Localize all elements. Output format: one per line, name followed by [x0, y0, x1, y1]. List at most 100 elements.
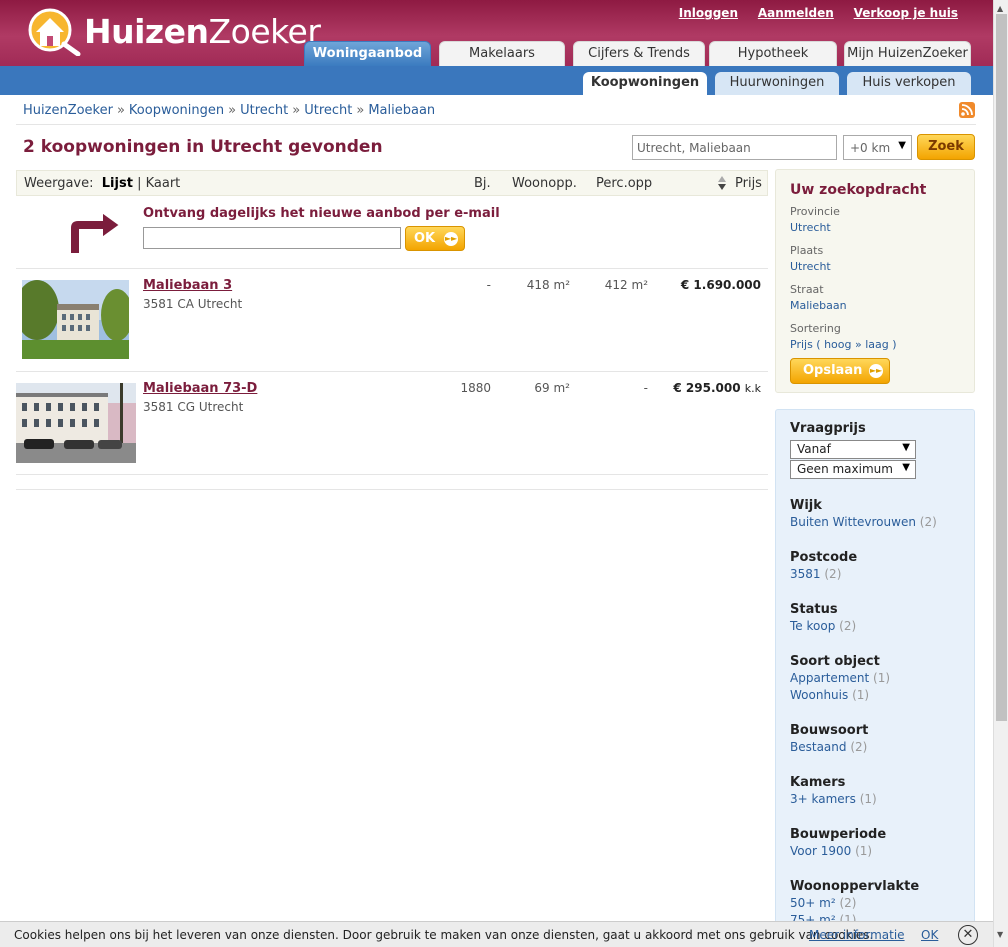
breadcrumb-item[interactable]: HuizenZoeker: [23, 103, 113, 118]
tab-hypotheek[interactable]: Hypotheek: [709, 41, 837, 66]
page-title: 2 koopwoningen in Utrecht gevonden: [23, 137, 383, 157]
email-alert-ok-button[interactable]: OK ►►: [405, 226, 465, 251]
listing-price: € 295.000 k.k: [673, 381, 761, 395]
scrollbar-thumb[interactable]: [996, 14, 1007, 721]
listing-title-link[interactable]: Maliebaan 3: [143, 278, 232, 293]
arrow-circle-icon: ►►: [869, 364, 883, 378]
breadcrumb-item[interactable]: Utrecht: [304, 103, 352, 118]
radius-select[interactable]: +0 km ▼: [843, 135, 912, 160]
filter-option[interactable]: 3+ kamers (1): [790, 792, 877, 806]
filter-option[interactable]: Appartement (1): [790, 671, 890, 685]
cookie-ok-link[interactable]: OK: [921, 928, 938, 942]
save-label: Opslaan: [803, 363, 863, 378]
sell-house-link[interactable]: Verkoop je huis: [854, 6, 958, 20]
view-map-option[interactable]: Kaart: [146, 176, 181, 191]
login-link[interactable]: Inloggen: [679, 6, 738, 20]
field-value-link[interactable]: Utrecht: [790, 221, 831, 234]
column-bj[interactable]: Bj.: [474, 176, 491, 191]
listing-photo[interactable]: [16, 383, 136, 463]
column-woonopp[interactable]: Woonopp.: [512, 176, 577, 191]
divider: [16, 474, 768, 475]
tab-cijfers-trends[interactable]: Cijfers & Trends: [573, 41, 705, 66]
listing-percopp: 412 m²: [604, 278, 648, 292]
cookie-text: Cookies helpen ons bij het leveren van o…: [14, 928, 874, 942]
subtab-koopwoningen[interactable]: Koopwoningen: [583, 72, 707, 95]
breadcrumb-item[interactable]: Utrecht: [240, 103, 288, 118]
rss-icon[interactable]: [959, 102, 975, 118]
field-value-link[interactable]: Prijs ( hoog » laag ): [790, 338, 897, 351]
scroll-down-icon[interactable]: ▼: [997, 930, 1003, 939]
price-to-select[interactable]: Geen maximum ▼: [790, 460, 916, 479]
scroll-up-icon[interactable]: ▲: [997, 4, 1003, 13]
save-search-button[interactable]: Opslaan ►►: [790, 358, 890, 384]
location-search-input[interactable]: [632, 135, 837, 160]
field-value-link[interactable]: Maliebaan: [790, 299, 847, 312]
filter-title: Status: [790, 602, 838, 617]
logo[interactable]: HuizenZoeker: [22, 6, 321, 56]
cookie-bar: Cookies helpen ons bij het leveren van o…: [0, 921, 993, 947]
view-list-option[interactable]: Lijst: [102, 176, 133, 191]
filter-option[interactable]: Buiten Wittevrouwen (2): [790, 515, 937, 529]
arrow-right-icon: [69, 210, 122, 255]
listing-address: 3581 CG Utrecht: [143, 400, 244, 414]
list-header: Weergave: Lijst | Kaart Bj. Woonopp. Per…: [16, 170, 768, 196]
listing-woonopp: 69 m²: [534, 381, 570, 395]
arrow-circle-icon: ►►: [444, 232, 458, 246]
breadcrumb-item[interactable]: Koopwoningen: [129, 103, 224, 118]
ok-label: OK: [414, 231, 436, 246]
listing-address: 3581 CA Utrecht: [143, 297, 243, 311]
site-header: HuizenZoeker Inloggen Aanmelden Verkoop …: [0, 0, 993, 66]
breadcrumb: HuizenZoeker» Koopwoningen» Utrecht» Utrech…: [23, 103, 436, 118]
divider: [16, 268, 768, 269]
listing-bouwjaar: 1880: [460, 381, 491, 395]
divider: [16, 489, 768, 490]
email-alert-input[interactable]: [143, 227, 401, 249]
filter-option[interactable]: Voor 1900 (1): [790, 844, 872, 858]
close-icon[interactable]: ✕: [958, 925, 978, 945]
filter-title: Woonoppervlakte: [790, 879, 920, 894]
column-prijs[interactable]: Prijs: [735, 176, 762, 191]
filter-option[interactable]: 50+ m² (2): [790, 896, 856, 910]
breadcrumb-item[interactable]: Maliebaan: [368, 103, 435, 118]
tab-woningaanbod[interactable]: Woningaanbod: [304, 41, 431, 66]
listing-title-link[interactable]: Maliebaan 73-D: [143, 381, 257, 396]
price-from-select[interactable]: Vanaf ▼: [790, 440, 916, 459]
listing-price: € 1.690.000: [680, 278, 761, 292]
email-alert-title: Ontvang dagelijks het nieuwe aanbod per …: [143, 206, 500, 221]
view-label: Weergave: Lijst | Kaart: [24, 176, 181, 191]
radius-value: +0 km: [850, 141, 891, 155]
subnav-bar: Koopwoningen Huurwoningen Huis verkopen: [0, 66, 993, 95]
search-summary-title: Uw zoekopdracht: [790, 182, 927, 198]
filter-option[interactable]: Woonhuis (1): [790, 688, 869, 702]
cookie-more-info-link[interactable]: Meer informatie: [809, 928, 905, 942]
tab-mijn-huizenzoeker[interactable]: Mijn HuizenZoeker: [844, 41, 971, 66]
field-label: Straat: [790, 283, 824, 296]
logo-text: HuizenZoeker: [84, 12, 321, 51]
search-button[interactable]: Zoek: [917, 134, 975, 160]
filter-option[interactable]: 3581 (2): [790, 567, 841, 581]
dropdown-arrow-icon: ▼: [902, 442, 910, 453]
dropdown-arrow-icon: ▼: [898, 140, 906, 151]
divider: [16, 124, 976, 125]
field-label: Plaats: [790, 244, 824, 257]
tab-makelaars[interactable]: Makelaars: [439, 41, 565, 66]
divider: [16, 371, 768, 372]
filter-title: Soort object: [790, 654, 880, 669]
list-item[interactable]: Maliebaan 3 3581 CA Utrecht - 418 m² 412…: [16, 278, 768, 378]
field-value-link[interactable]: Utrecht: [790, 260, 831, 273]
filter-title: Postcode: [790, 550, 858, 565]
register-link[interactable]: Aanmelden: [758, 6, 834, 20]
field-label: Provincie: [790, 205, 840, 218]
filter-title: Kamers: [790, 775, 846, 790]
column-percopp[interactable]: Perc.opp: [596, 176, 652, 191]
filter-title: Wijk: [790, 498, 822, 513]
sort-icon[interactable]: [717, 175, 727, 191]
subtab-huurwoningen[interactable]: Huurwoningen: [715, 72, 839, 95]
filter-option[interactable]: Bestaand (2): [790, 740, 867, 754]
listing-photo[interactable]: [22, 280, 129, 359]
subtab-huis-verkopen[interactable]: Huis verkopen: [847, 72, 971, 95]
filter-title: Bouwsoort: [790, 723, 869, 738]
filter-option[interactable]: Te koop (2): [790, 619, 856, 633]
list-item[interactable]: Maliebaan 73-D 3581 CG Utrecht 1880 69 m…: [16, 381, 768, 481]
page-scrollbar[interactable]: ▲ ▼: [993, 0, 1008, 947]
